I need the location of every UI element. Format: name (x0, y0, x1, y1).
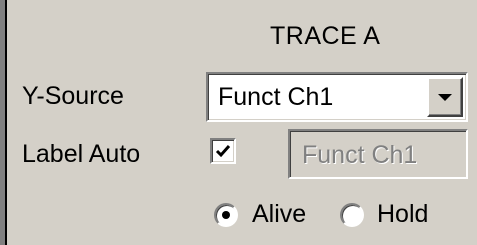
y-source-selected-value: Funct Ch1 (218, 83, 334, 111)
chevron-down-icon (438, 94, 452, 101)
y-source-dropdown-button[interactable] (427, 77, 463, 117)
hold-radio-label[interactable]: Hold (377, 200, 428, 229)
hold-radio[interactable] (340, 203, 364, 227)
trace-title: TRACE A (270, 22, 381, 50)
panel-left-border (0, 0, 7, 245)
y-source-dropdown[interactable]: Funct Ch1 (206, 72, 468, 122)
y-source-label: Y-Source (22, 82, 124, 110)
trace-a-panel: TRACE A Y-Source Funct Ch1 Label Auto Fu… (0, 0, 477, 245)
label-auto-checkbox[interactable] (210, 138, 236, 164)
alive-radio-label[interactable]: Alive (252, 200, 306, 229)
label-text-value: Funct Ch1 (302, 141, 418, 169)
checkmark-icon (215, 145, 231, 158)
label-auto-label: Label Auto (22, 140, 141, 168)
label-text-field: Funct Ch1 (288, 129, 468, 179)
alive-radio[interactable] (214, 203, 238, 227)
radio-selected-dot-icon (222, 211, 230, 219)
